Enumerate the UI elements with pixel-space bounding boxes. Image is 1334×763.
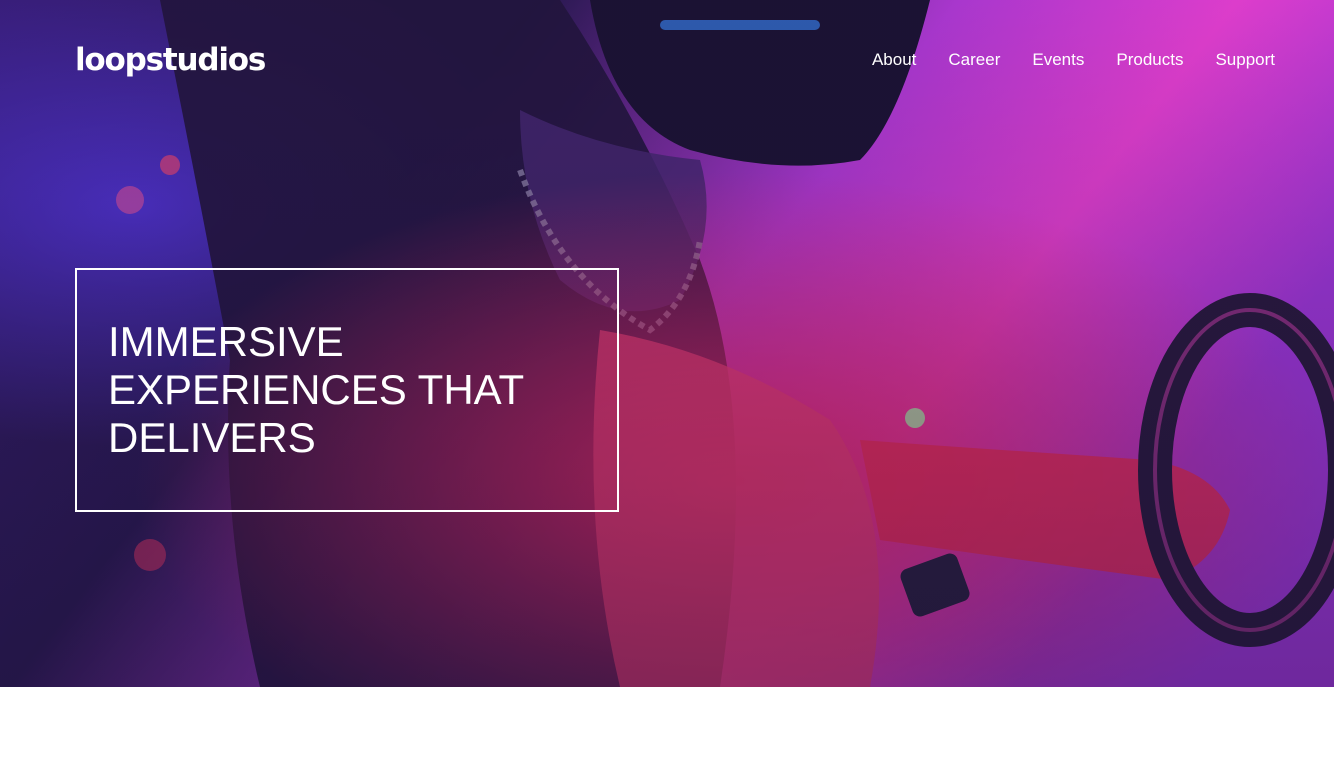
nav-events-link[interactable]: Events (1032, 50, 1084, 70)
main-nav: About Career Events Products Support (840, 50, 1275, 70)
hero-headline-box: IMMERSIVE EXPERIENCES THAT DELIVERS (75, 268, 619, 512)
logo[interactable]: loopstudios (75, 38, 266, 82)
nav-career-link[interactable]: Career (948, 50, 1000, 70)
nav-products-link[interactable]: Products (1116, 50, 1183, 70)
hero-headline: IMMERSIVE EXPERIENCES THAT DELIVERS (108, 318, 524, 461)
nav-about-link[interactable]: About (872, 50, 916, 70)
nav-support-link[interactable]: Support (1215, 50, 1275, 70)
hero-section: loopstudios About Career Events Products… (0, 0, 1334, 687)
content-below-hero (0, 687, 1334, 763)
